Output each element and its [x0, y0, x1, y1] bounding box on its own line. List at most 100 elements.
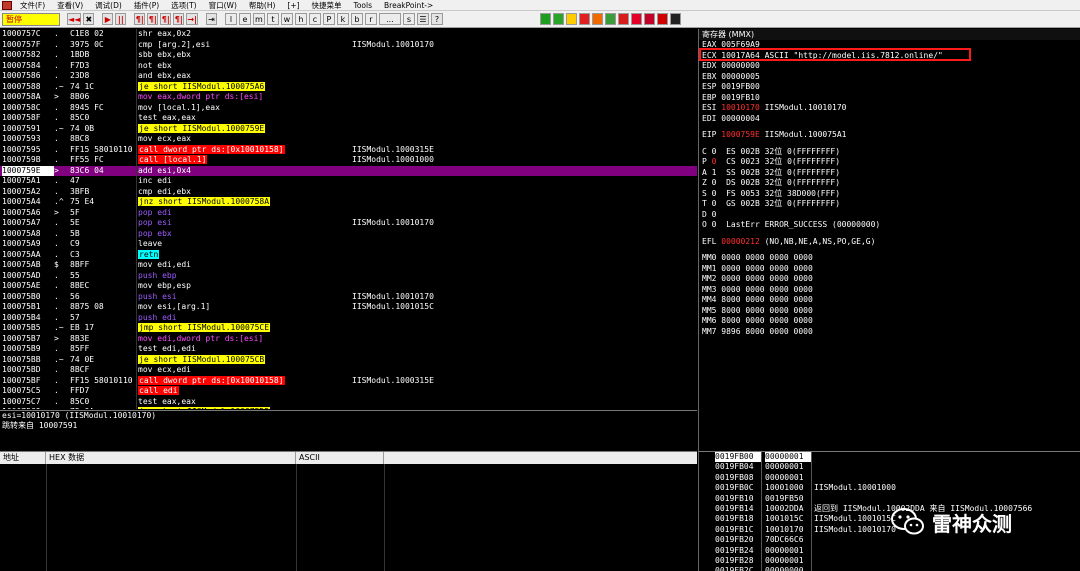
dump-col-address[interactable]: 地址 — [0, 452, 46, 464]
register-row[interactable]: EDI 00000004 — [699, 114, 1080, 125]
disasm-row[interactable]: 100075A2. 3BFB cmp edi,ebx — [0, 187, 697, 198]
plugin-icon-8[interactable] — [631, 13, 642, 25]
dump-pane[interactable]: 地址 HEX 数据 ASCII — [0, 451, 697, 571]
register-row[interactable]: MM5 8000 0000 0000 0000 — [699, 306, 1080, 317]
register-row[interactable]: O 0 LastErr ERROR_SUCCESS (00000000) — [699, 220, 1080, 231]
plugin-icon-11[interactable] — [670, 13, 681, 25]
disasm-row[interactable]: 10007593. 8BC8 mov ecx,eax — [0, 134, 697, 145]
menu-debug[interactable]: 调试(D) — [89, 0, 128, 11]
menu-options[interactable]: 选项(T) — [165, 0, 202, 11]
stack-row[interactable]: 0019FB2C 00000000 — [699, 566, 1080, 571]
register-row[interactable]: MM4 8000 0000 0000 0000 — [699, 295, 1080, 306]
register-row[interactable]: EBP 0019FB10 — [699, 93, 1080, 104]
plugin-icon-5[interactable] — [592, 13, 603, 25]
menu-breakpoint[interactable]: BreakPoint-> — [378, 1, 439, 10]
window-log-button[interactable]: l — [224, 13, 237, 25]
register-row[interactable]: D 0 — [699, 210, 1080, 221]
register-row[interactable]: MM1 0000 0000 0000 0000 — [699, 264, 1080, 275]
stack-row[interactable]: 0019FB28 00000001 — [699, 556, 1080, 566]
menu-tools[interactable]: Tools — [348, 1, 378, 10]
disasm-row[interactable]: 100075A6 >5F pop edi — [0, 208, 697, 219]
register-row[interactable]: MM0 0000 0000 0000 0000 — [699, 253, 1080, 264]
plugin-icon-10[interactable] — [657, 13, 668, 25]
plugin-icon-4[interactable] — [579, 13, 590, 25]
disasm-row[interactable]: 1000757F. 3975 0C cmp [arg.2],esi IISModul.… — [0, 40, 697, 51]
plugin-icon-7[interactable] — [618, 13, 629, 25]
stack-row[interactable]: 0019FB24 00000001 — [699, 546, 1080, 556]
register-row[interactable]: EFL 00000212 (NO,NB,NE,A,NS,PO,GE,G) — [699, 237, 1080, 248]
disasm-row[interactable]: 10007591 .~ 74 0B je short IISModul.1000759… — [0, 123, 697, 135]
register-row[interactable]: ESI 10010170 IISModul.10010170 — [699, 103, 1080, 114]
disasm-row[interactable]: 100075B0. 56 push esi IISModul.10010170 — [0, 292, 697, 303]
stack-row[interactable]: 0019FB00 00000001 — [699, 452, 1080, 463]
execute-till-return-button[interactable]: →| — [186, 13, 198, 25]
dump-body[interactable] — [0, 464, 697, 571]
register-row[interactable]: MM6 8000 0000 0000 0000 — [699, 316, 1080, 327]
window-cpu-button[interactable]: c — [308, 13, 321, 25]
list-icon[interactable]: ☰ — [416, 13, 429, 25]
plugin-icon-1[interactable] — [540, 13, 551, 25]
window-threads-button[interactable]: t — [266, 13, 279, 25]
window-references-button[interactable]: r — [364, 13, 377, 25]
register-row[interactable]: EDX 00000000 — [699, 61, 1080, 72]
register-row[interactable]: EBX 00000005 — [699, 72, 1080, 83]
disasm-row[interactable]: 1000759B. FF55 FC call [local.1] IISModul.1… — [0, 155, 697, 166]
menu-window[interactable]: 窗口(W) — [203, 0, 243, 11]
disasm-row[interactable]: 100075B4. 57 push edi — [0, 313, 697, 324]
disasm-row[interactable]: 100075A1. 47 inc edi — [0, 176, 697, 187]
disasm-row[interactable]: 1000759E >83C6 04 add esi,0x4 — [0, 165, 697, 176]
register-row[interactable]: A 1 SS 002B 32位 0(FFFFFFFF) — [699, 168, 1080, 179]
disasm-row[interactable]: 100075A8. 5B pop ebx — [0, 229, 697, 240]
dump-col-ascii[interactable]: ASCII — [296, 452, 384, 464]
disasm-row[interactable]: 100075A9. C9 leave — [0, 239, 697, 250]
menu-plugins[interactable]: 插件(P) — [128, 0, 165, 11]
disasm-row[interactable]: 100075C7. 85C0 test eax,eax — [0, 397, 697, 408]
disasm-row[interactable]: 100075A7. 5E pop esi IISModul.10010170 — [0, 218, 697, 229]
trace-over-button[interactable]: ¶| — [173, 13, 185, 25]
register-row[interactable]: MM7 9896 8000 0000 0000 — [699, 327, 1080, 338]
disasm-row[interactable]: 100075BF. FF15 58010110 call dword ptr ds:… — [0, 375, 697, 387]
goto-button[interactable]: ⇥ — [205, 13, 217, 25]
disasm-row[interactable]: 1000758A >8B06 mov eax,dword ptr ds:[esi] — [0, 92, 697, 103]
disasm-row[interactable]: 10007582. 1BDB sbb ebx,ebx — [0, 50, 697, 61]
help-icon[interactable]: ? — [430, 13, 443, 25]
step-over-button[interactable]: ¶| — [147, 13, 159, 25]
step-into-button[interactable]: ¶| — [134, 13, 146, 25]
menu-file[interactable]: 文件(F) — [14, 0, 51, 11]
stack-row[interactable]: 0019FB08 00000001 — [699, 473, 1080, 483]
disasm-row[interactable]: 1000758C. 8945 FC mov [local.1],eax — [0, 103, 697, 114]
plugin-icon-3[interactable] — [566, 13, 577, 25]
register-row[interactable]: ESP 0019FB00 — [699, 82, 1080, 93]
disasm-row[interactable]: 10007586. 23D8 and ebx,eax — [0, 71, 697, 82]
menu-view[interactable]: 查看(V) — [51, 0, 89, 11]
disassembly-pane[interactable]: 1000757C. C1E8 02 shr eax,0x2 1000757F. 3975… — [0, 29, 697, 409]
disasm-row[interactable]: 1000758F. 85C0 test eax,eax — [0, 113, 697, 124]
disasm-row[interactable]: 100075B9. 85FF test edi,edi — [0, 344, 697, 355]
disasm-row[interactable]: 100075AE. 8BEC mov ebp,esp — [0, 281, 697, 292]
register-row[interactable]: EIP 1000759E IISModul.100075A1 — [699, 130, 1080, 141]
disasm-row[interactable]: 10007588 .~ 74 1C je short IISModul.100075A… — [0, 81, 697, 93]
register-row[interactable]: P 0 CS 0023 32位 0(FFFFFFFF) — [699, 157, 1080, 168]
disasm-row[interactable]: 100075AA. C3 retn — [0, 249, 697, 261]
trace-into-button[interactable]: ¶| — [160, 13, 172, 25]
disasm-row[interactable]: 100075BD. 8BCF mov ecx,edi — [0, 365, 697, 376]
menu-help[interactable]: 帮助(H) — [243, 0, 282, 11]
window-handles-button[interactable]: h — [294, 13, 307, 25]
disasm-row[interactable]: 1000757C. C1E8 02 shr eax,0x2 — [0, 29, 697, 40]
dump-col-hex[interactable]: HEX 数据 — [46, 452, 296, 464]
disasm-row[interactable]: 10007595. FF15 58010110 call dword ptr ds:… — [0, 144, 697, 156]
disasm-row[interactable]: 100075AD. 55 push ebp — [0, 271, 697, 282]
disasm-row[interactable]: 100075C9.~75 0Ajnz short IISModul.100075… — [0, 407, 697, 409]
register-row[interactable]: MM2 0000 0000 0000 0000 — [699, 274, 1080, 285]
register-row[interactable]: T 0 GS 002B 32位 0(FFFFFFFF) — [699, 199, 1080, 210]
plugin-icon-2[interactable] — [553, 13, 564, 25]
stack-row[interactable]: 0019FB0C 10001000 IISModul.10001000 — [699, 483, 1080, 493]
disasm-row[interactable]: 10007584. F7D3 not ebx — [0, 61, 697, 72]
register-row[interactable]: S 0 FS 0053 32位 38D000(FFF) — [699, 189, 1080, 200]
run-button[interactable]: ▶ — [102, 13, 114, 25]
disasm-row[interactable]: 100075B7 >8B3E mov edi,dword ptr ds:[esi] — [0, 334, 697, 345]
rewind-button[interactable]: ◄◄ — [67, 13, 82, 25]
stack-row[interactable]: 0019FB04 00000001 — [699, 462, 1080, 472]
disasm-row[interactable]: 100075BB .~ 74 0E je short IISModul.100075C… — [0, 354, 697, 366]
register-row[interactable]: MM3 0000 0000 0000 0000 — [699, 285, 1080, 296]
